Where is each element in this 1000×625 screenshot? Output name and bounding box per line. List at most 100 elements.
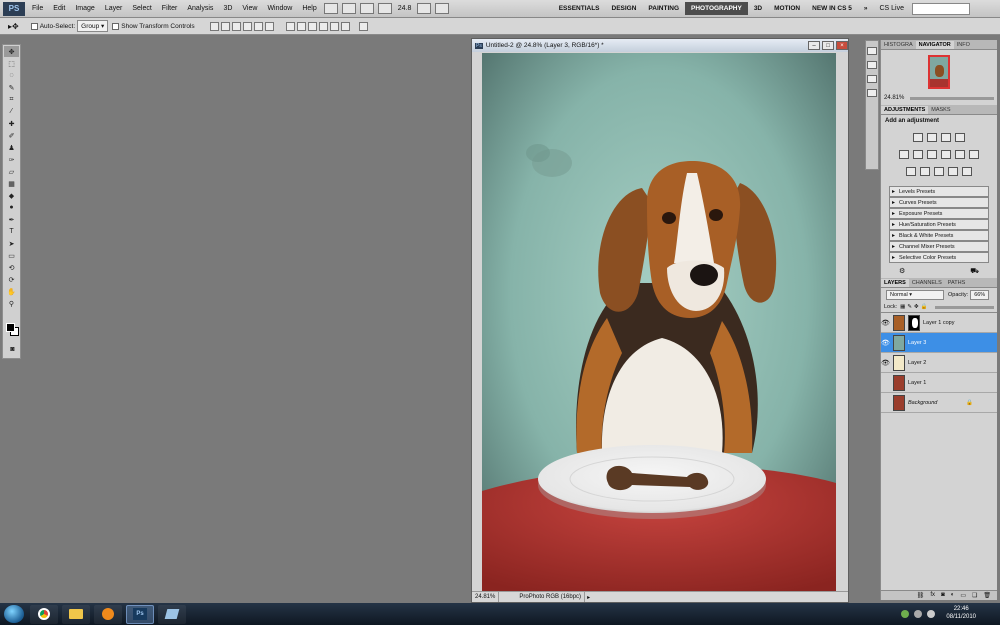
- dodge-tool-icon[interactable]: ●: [4, 202, 19, 213]
- start-button-icon[interactable]: [4, 605, 24, 623]
- move-tool-preset-icon[interactable]: ▸✥: [8, 22, 19, 31]
- status-menu-arrow-icon[interactable]: ▸: [587, 594, 590, 601]
- screen-mode-icon[interactable]: [435, 3, 450, 14]
- add-mask-icon[interactable]: ◙: [941, 592, 945, 599]
- menu-window[interactable]: Window: [262, 5, 297, 12]
- tab-masks[interactable]: MASKS: [928, 106, 953, 114]
- workspace-new-in-cs5[interactable]: NEW IN CS 5: [806, 2, 858, 15]
- tab-navigator[interactable]: NAVIGATOR: [915, 41, 954, 49]
- type-tool-icon[interactable]: T: [4, 226, 19, 237]
- align-hcenter-icon[interactable]: [253, 21, 263, 31]
- exposure-icon[interactable]: [954, 133, 965, 142]
- tray-network-icon[interactable]: [901, 610, 909, 618]
- preset-exposure[interactable]: Exposure Presets: [889, 208, 989, 219]
- gradient-tool-icon[interactable]: ▦: [4, 178, 19, 189]
- menu-3d[interactable]: 3D: [218, 5, 237, 12]
- auto-select-dropdown[interactable]: Group ▾: [77, 20, 109, 32]
- hue-saturation-icon[interactable]: [913, 150, 924, 159]
- selective-color-icon[interactable]: [961, 167, 972, 176]
- tab-histogram[interactable]: HISTOGRA: [881, 41, 916, 49]
- layer-mask-thumbnail[interactable]: [908, 314, 920, 331]
- navigator-zoom-value[interactable]: 24.81%: [884, 95, 904, 101]
- color-balance-icon[interactable]: [927, 150, 938, 159]
- healing-brush-tool-icon[interactable]: ✚: [4, 118, 19, 129]
- layer-row-layer-2[interactable]: 👁 Layer 2: [881, 353, 997, 373]
- 3d-rotate-tool-icon[interactable]: ⟲: [4, 262, 19, 273]
- menu-analysis[interactable]: Analysis: [182, 5, 218, 12]
- auto-align-icon[interactable]: [358, 21, 368, 31]
- tab-adjustments[interactable]: ADJUSTMENTS: [881, 106, 929, 114]
- lock-all-icon[interactable]: 🔒: [921, 304, 928, 310]
- hand-tool-icon[interactable]: [359, 3, 374, 14]
- tab-paths[interactable]: PATHS: [945, 279, 969, 287]
- history-brush-tool-icon[interactable]: ✑: [4, 154, 19, 165]
- taskbar-clock[interactable]: 22:46 08/11/2010: [946, 605, 976, 621]
- layer-visibility-eye-icon[interactable]: 👁: [881, 339, 890, 347]
- navigator-preview[interactable]: [881, 50, 997, 94]
- workspace-design[interactable]: DESIGN: [606, 2, 643, 15]
- distribute-right-icon[interactable]: [340, 21, 350, 31]
- path-select-tool-icon[interactable]: ➤: [4, 238, 19, 249]
- quick-select-tool-icon[interactable]: ✎: [4, 82, 19, 93]
- workspace-photography[interactable]: PHOTOGRAPHY: [685, 2, 748, 15]
- distribute-vcenter-icon[interactable]: [296, 21, 306, 31]
- fill-slider[interactable]: [935, 305, 994, 309]
- distribute-top-icon[interactable]: [285, 21, 295, 31]
- threshold-icon[interactable]: [934, 167, 944, 176]
- blur-tool-icon[interactable]: ◆: [4, 190, 19, 201]
- pen-tool-icon[interactable]: ✒: [4, 214, 19, 225]
- eraser-tool-icon[interactable]: ▱: [4, 166, 19, 177]
- workspace-3d[interactable]: 3D: [748, 2, 768, 15]
- channel-mixer-icon[interactable]: [968, 150, 979, 159]
- new-layer-icon[interactable]: ❏: [972, 592, 977, 599]
- workspace-overflow-button[interactable]: »: [858, 2, 874, 15]
- navigator-zoom-slider[interactable]: [910, 96, 994, 100]
- posterize-icon[interactable]: [920, 167, 931, 176]
- help-search-input[interactable]: [912, 2, 970, 15]
- preset-levels[interactable]: Levels Presets: [889, 186, 989, 197]
- align-left-icon[interactable]: [242, 21, 252, 31]
- blend-mode-dropdown[interactable]: Normal ▾: [886, 290, 944, 300]
- play-panel-icon[interactable]: [867, 75, 877, 83]
- tray-volume-icon[interactable]: [914, 610, 922, 618]
- layer-row-layer-1-copy[interactable]: 👁 Layer 1 copy: [881, 313, 997, 333]
- menu-image[interactable]: Image: [70, 5, 99, 12]
- opacity-field[interactable]: 66%: [970, 290, 990, 300]
- menu-view[interactable]: View: [237, 5, 262, 12]
- quick-mask-icon[interactable]: ◙: [5, 344, 20, 355]
- new-group-icon[interactable]: ▭: [960, 592, 966, 599]
- image-canvas[interactable]: [482, 53, 836, 591]
- zoom-tool-icon[interactable]: ⚲: [4, 298, 19, 309]
- align-bottom-icon[interactable]: [231, 21, 241, 31]
- maximize-button[interactable]: □: [822, 41, 834, 50]
- layer-visibility-eye-icon[interactable]: 👁: [881, 319, 890, 327]
- lasso-tool-icon[interactable]: ◌: [4, 70, 19, 81]
- crop-tool-icon[interactable]: ⌗: [4, 94, 19, 105]
- curves-icon[interactable]: [940, 133, 951, 142]
- menu-edit[interactable]: Edit: [48, 5, 70, 12]
- layer-row-layer-3[interactable]: 👁 Layer 3: [881, 333, 997, 353]
- new-adjustment-icon[interactable]: ◐: [951, 592, 955, 599]
- mini-bridge-icon[interactable]: [341, 3, 356, 14]
- tab-channels[interactable]: CHANNELS: [909, 279, 945, 287]
- vibrance-icon[interactable]: [899, 150, 910, 159]
- actions-panel-icon[interactable]: [867, 61, 877, 69]
- marquee-tool-icon[interactable]: ⬚: [4, 58, 19, 69]
- invert-icon[interactable]: [906, 167, 917, 176]
- eyedropper-tool-icon[interactable]: ⁄: [4, 106, 19, 117]
- workspace-motion[interactable]: MOTION: [768, 2, 806, 15]
- levels-icon[interactable]: [927, 133, 938, 142]
- show-transform-checkbox[interactable]: [112, 22, 120, 30]
- status-zoom-field[interactable]: 24.81%: [472, 592, 500, 602]
- shape-tool-icon[interactable]: ▭: [4, 250, 19, 261]
- zoom-tool-icon[interactable]: [377, 3, 392, 14]
- menu-layer[interactable]: Layer: [100, 5, 128, 12]
- 3d-orbit-tool-icon[interactable]: ⟳: [4, 274, 19, 285]
- brightness-contrast-icon[interactable]: [913, 133, 924, 142]
- lock-transparent-icon[interactable]: ▦: [900, 304, 905, 310]
- brush-panel-icon[interactable]: [867, 89, 877, 97]
- layer-row-background[interactable]: Background 🔒: [881, 393, 997, 413]
- adjustments-settings-icon[interactable]: ⚙: [899, 267, 905, 276]
- delete-layer-icon[interactable]: 🗑: [983, 592, 991, 599]
- minimize-button[interactable]: –: [808, 41, 820, 50]
